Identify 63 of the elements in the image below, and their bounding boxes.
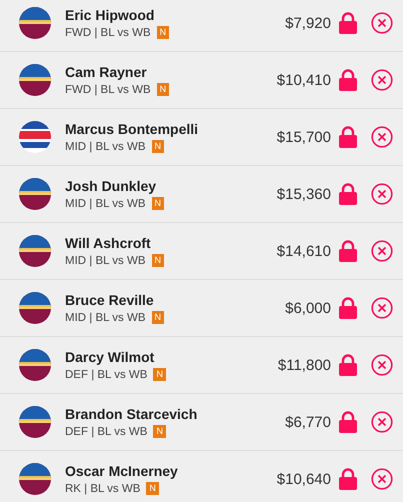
status-badge: N [152,311,164,324]
player-name: Darcy Wilmot [65,349,156,365]
lock-icon[interactable] [339,183,357,205]
player-name: Oscar McInerney [65,463,179,479]
status-badge: N [156,26,170,39]
player-info: FWD | BL vs WB [65,26,151,38]
remove-icon[interactable] [371,240,393,262]
player-name: Marcus Bontempelli [65,121,200,137]
player-name: Will Ashcroft [65,235,152,251]
remove-icon[interactable] [371,69,393,91]
player-info: MID | BL vs WB [65,254,146,266]
player-price: $7,920 [285,14,331,32]
status-badge: N [153,368,166,381]
lock-icon[interactable] [339,126,357,148]
player-info: RK | BL vs WB [65,482,140,494]
player-price: $6,000 [285,300,331,316]
status-badge: N [153,425,166,438]
remove-icon[interactable] [371,411,393,433]
player-name: Brandon Starcevich [65,406,198,422]
lock-icon[interactable] [339,354,357,376]
player-info: MID | BL vs WB [65,198,146,210]
player-name: Josh Dunkley [65,178,158,194]
status-badge: N [152,140,164,153]
lock-icon[interactable] [339,468,357,490]
team-jersey-icon [19,406,51,438]
player-info: FWD | BL vs WB [65,84,151,96]
team-jersey-icon [19,178,51,210]
status-badge: N [152,197,164,210]
player-name: Eric Hipwood [65,7,156,23]
lock-icon[interactable] [339,411,357,433]
lock-icon[interactable] [339,240,357,262]
team-jersey-icon [19,235,51,267]
team-jersey-icon [19,121,51,153]
player-info: DEF | BL vs WB [65,426,148,438]
remove-icon[interactable] [371,126,393,148]
team-jersey-icon [19,7,51,39]
team-jersey-icon [19,349,51,381]
lock-icon[interactable] [339,297,357,319]
remove-icon[interactable] [371,12,393,34]
lock-icon[interactable] [339,12,357,34]
player-info: MID | BL vs WB [65,312,146,324]
lock-icon[interactable] [339,69,357,91]
remove-icon[interactable] [371,297,393,319]
team-jersey-icon [19,64,51,96]
player-name: Bruce Reville [65,292,155,308]
player-info: MID | BL vs WB [65,140,146,152]
status-badge: N [152,254,164,267]
team-jersey-icon [19,292,51,324]
player-name: Cam Rayner [65,64,148,80]
status-badge: N [146,482,159,495]
player-info: DEF | BL vs WB [65,368,148,380]
team-jersey-icon [19,463,51,495]
player-price: $10,410 [276,72,331,88]
remove-icon[interactable] [371,354,393,376]
player-price: $15,700 [276,128,331,146]
player-price: $10,640 [276,470,331,488]
remove-icon[interactable] [371,183,393,205]
remove-icon[interactable] [371,468,393,490]
player-price: $14,610 [276,242,331,260]
player-price: $6,770 [285,414,331,430]
player-price: $15,360 [276,186,331,202]
status-badge: N [156,83,170,96]
player-price: $11,800 [278,356,331,374]
